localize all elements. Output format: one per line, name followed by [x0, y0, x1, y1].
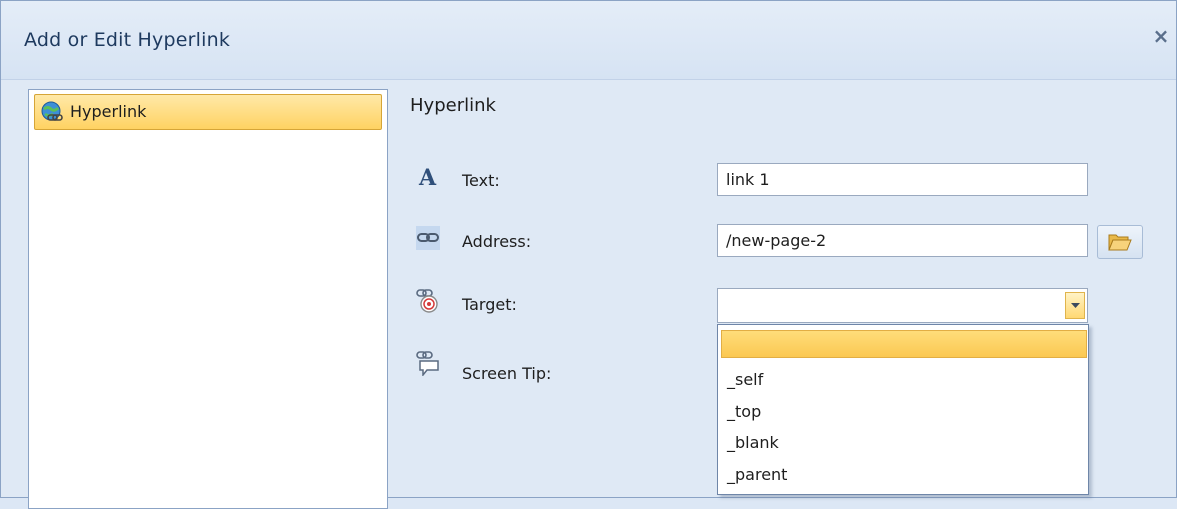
screentip-label: Screen Tip:	[462, 364, 552, 383]
link-chain-icon	[416, 226, 440, 250]
dropdown-option-blank[interactable]: _blank	[718, 429, 1088, 457]
font-a-icon: A	[418, 165, 437, 190]
dropdown-option-parent[interactable]: _parent	[718, 461, 1088, 489]
hyperlink-dialog: Add or Edit Hyperlink × Hyperlink Hyperl…	[0, 0, 1177, 509]
dialog-title: Add or Edit Hyperlink	[24, 29, 231, 51]
close-button[interactable]: ×	[1150, 25, 1172, 47]
target-dropdown-button[interactable]	[1065, 292, 1085, 319]
target-select[interactable]	[717, 288, 1088, 323]
category-tree: Hyperlink	[28, 89, 388, 509]
screentip-link-icon	[416, 351, 439, 376]
target-link-icon	[416, 289, 438, 313]
section-title: Hyperlink	[410, 95, 496, 116]
dialog-titlebar[interactable]: Add or Edit Hyperlink ×	[1, 1, 1176, 80]
dropdown-option-top[interactable]: _top	[718, 398, 1088, 426]
target-dropdown-list: _self _top _blank _parent	[717, 324, 1089, 495]
browse-button[interactable]	[1097, 225, 1143, 259]
svg-text:A: A	[418, 165, 437, 190]
globe-link-icon	[41, 101, 63, 121]
target-label: Target:	[462, 295, 517, 314]
address-input[interactable]	[717, 224, 1088, 257]
folder-open-icon	[1108, 234, 1132, 251]
tree-item-label: Hyperlink	[70, 102, 147, 121]
dropdown-option-self[interactable]: _self	[718, 366, 1088, 394]
address-label: Address:	[462, 232, 532, 251]
tree-item-hyperlink[interactable]: Hyperlink	[34, 94, 382, 130]
dropdown-option-empty[interactable]	[721, 330, 1087, 358]
text-input[interactable]	[717, 163, 1088, 196]
text-label: Text:	[462, 171, 500, 190]
chevron-down-icon	[1071, 303, 1080, 308]
